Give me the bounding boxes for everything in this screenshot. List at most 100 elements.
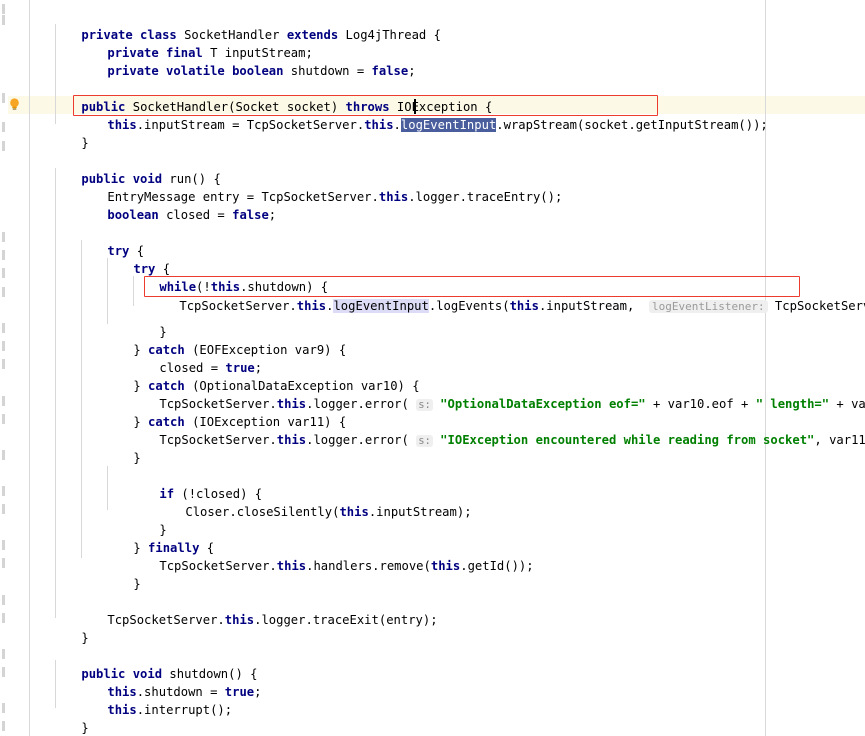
code-token: .inputStream = TcpSocketServer. — [136, 118, 365, 132]
code-line-search-match-2[interactable]: TcpSocketServer.this.logEventInput.logEv… — [150, 279, 865, 313]
gutter-change-mark[interactable] — [2, 323, 5, 333]
code-token: this — [378, 190, 409, 204]
code-token: false — [371, 64, 409, 78]
code-token: .interrupt(); — [136, 703, 233, 717]
gutter-change-mark[interactable] — [2, 396, 5, 406]
code-line[interactable]: TcpSocketServer.this.logger.error( s: "I… — [130, 413, 865, 447]
gutter-change-mark[interactable] — [2, 4, 5, 14]
code-line[interactable]: } — [52, 611, 88, 645]
code-line[interactable]: EntryMessage entry = TcpSocketServer.thi… — [78, 170, 562, 204]
code-token: this — [107, 118, 137, 132]
code-line[interactable]: } — [104, 431, 140, 465]
code-token: .getId()); — [460, 559, 534, 573]
code-token: .logEvents( — [428, 299, 510, 313]
code-token: . — [393, 118, 401, 132]
parameter-name-hint: s: — [416, 399, 433, 411]
code-token: ; — [254, 685, 262, 699]
code-line[interactable]: } — [52, 701, 88, 735]
code-line[interactable]: } — [130, 305, 166, 339]
code-line[interactable]: closed = true; — [130, 341, 262, 375]
code-token: } — [81, 721, 89, 735]
code-token: } — [133, 577, 141, 591]
code-token: false — [232, 208, 269, 222]
gutter-change-mark[interactable] — [2, 595, 5, 605]
string-literal: " length=" — [755, 397, 830, 411]
code-token: this — [509, 299, 539, 313]
code-line[interactable]: this.interrupt(); — [78, 683, 232, 717]
gutter-change-mark[interactable] — [2, 93, 5, 103]
code-token: .logger.error( — [306, 433, 417, 447]
code-line[interactable]: TcpSocketServer.this.handlers.remove(thi… — [130, 539, 533, 573]
lightbulb-icon[interactable] — [7, 97, 22, 112]
gutter-change-mark[interactable] — [2, 540, 5, 550]
code-line[interactable]: } — [52, 116, 88, 150]
code-line[interactable]: } — [104, 557, 140, 591]
code-token: this — [224, 613, 255, 627]
code-token: TcpSocketServer. — [159, 559, 277, 573]
gutter-change-mark[interactable] — [2, 667, 5, 677]
code-line[interactable]: TcpSocketServer.this.logger.traceExit(en… — [78, 593, 437, 627]
code-token: closed = — [166, 208, 233, 222]
code-token: TcpSocketServer. — [107, 613, 225, 627]
gutter-change-mark[interactable] — [2, 341, 5, 351]
code-token: this — [364, 118, 394, 132]
code-line[interactable]: Closer.closeSilently(this.inputStream); — [156, 485, 471, 519]
gutter-change-mark[interactable] — [2, 558, 5, 568]
gutter-change-mark[interactable] — [2, 268, 5, 278]
code-line[interactable]: public void shutdown() { — [52, 647, 257, 681]
indent-guide — [29, 0, 30, 736]
code-token: ; — [408, 64, 416, 78]
code-line[interactable]: } catch (OptionalDataException var10) { — [104, 359, 419, 393]
search-match-usage[interactable]: logEventInput — [333, 299, 429, 313]
code-line[interactable]: } — [26, 719, 63, 736]
gutter-change-mark[interactable] — [2, 232, 5, 242]
gutter-change-mark[interactable] — [2, 613, 5, 623]
string-literal: "IOException encountered while reading f… — [432, 433, 815, 447]
gutter-change-mark[interactable] — [2, 414, 5, 424]
indent-guide — [55, 168, 56, 618]
code-token: boolean — [107, 208, 167, 222]
code-token: this — [276, 559, 307, 573]
gutter-change-mark[interactable] — [2, 122, 5, 132]
code-line[interactable]: boolean closed = false; — [78, 188, 276, 222]
gutter-change-mark[interactable] — [2, 703, 5, 713]
gutter-change-mark[interactable] — [2, 15, 5, 25]
code-line[interactable]: } catch (EOFException var9) { — [104, 323, 346, 357]
code-line[interactable]: } finally { — [104, 521, 214, 555]
gutter-change-mark[interactable] — [2, 287, 5, 297]
code-line[interactable]: try { — [78, 224, 144, 258]
code-line[interactable]: } — [130, 503, 166, 537]
code-token: TcpSocketServer. — [159, 433, 277, 447]
code-editor[interactable]: private class SocketHandler extends Log4… — [0, 0, 865, 736]
parameter-name-hint: logEventListener: — [649, 300, 768, 313]
code-line[interactable]: TcpSocketServer.this.logger.error( s: "O… — [130, 377, 865, 411]
gutter-change-mark[interactable] — [2, 486, 5, 496]
gutter-change-mark[interactable] — [2, 504, 5, 514]
gutter-change-mark[interactable] — [2, 721, 5, 731]
code-token: this — [296, 299, 327, 313]
code-line[interactable]: private final T inputStream; — [78, 26, 312, 60]
code-token: ; — [268, 208, 277, 222]
gutter-change-mark[interactable] — [2, 250, 5, 260]
code-token: + var10.length, var10); — [836, 397, 865, 411]
code-line[interactable]: } catch (IOException var11) { — [104, 395, 346, 429]
gutter-change-mark[interactable] — [2, 450, 5, 460]
parameter-name-hint: s: — [416, 435, 433, 447]
code-line[interactable]: private class SocketHandler extends Log4… — [52, 8, 441, 42]
code-line[interactable]: public void run() { — [52, 152, 220, 186]
code-line[interactable]: this.shutdown = true; — [78, 665, 261, 699]
gutter-change-mark[interactable] — [2, 141, 5, 151]
code-token: .wrapStream(socket.getInputStream()); — [496, 118, 768, 132]
gutter-change-mark[interactable] — [2, 359, 5, 369]
gutter-change-mark[interactable] — [2, 649, 5, 659]
code-token: .inputStream, — [538, 299, 649, 313]
code-line-search-match-1[interactable]: this.inputStream = TcpSocketServer.this.… — [78, 98, 768, 132]
search-match-selected[interactable]: logEventInput — [400, 118, 497, 132]
code-token: } — [81, 136, 89, 150]
code-token: .logger.traceExit(entry); — [254, 613, 438, 627]
code-line[interactable]: private volatile boolean shutdown = fals… — [78, 44, 415, 78]
code-line[interactable]: while(!this.shutdown) { — [130, 260, 328, 294]
code-line[interactable]: try { — [104, 242, 170, 276]
code-line[interactable]: public SocketHandler(Socket socket) thro… — [52, 80, 492, 114]
code-line[interactable]: if (!closed) { — [130, 467, 262, 501]
